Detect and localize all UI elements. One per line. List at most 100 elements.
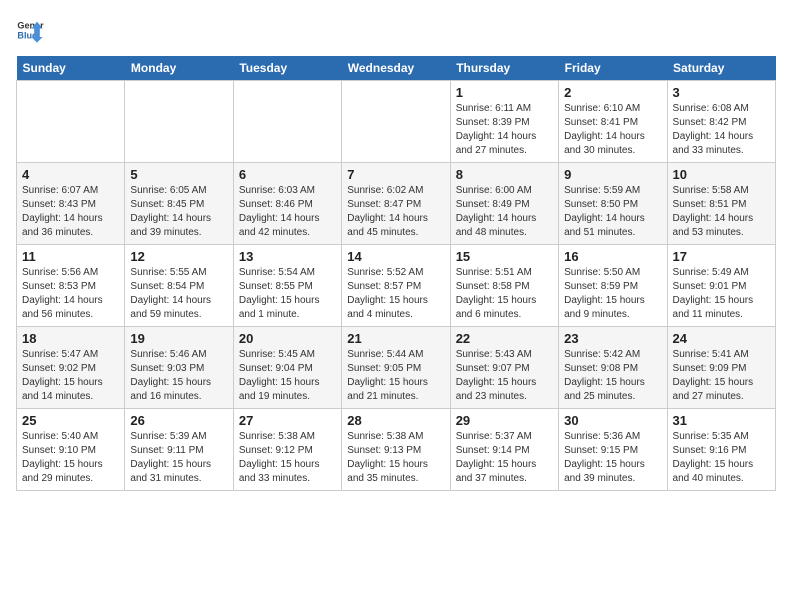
day-info: Sunrise: 5:47 AM Sunset: 9:02 PM Dayligh…	[22, 348, 119, 404]
calendar-cell: 10 Sunrise: 5:58 AM Sunset: 8:51 PM Dayli…	[667, 163, 775, 245]
day-info: Sunrise: 5:45 AM Sunset: 9:04 PM Dayligh…	[239, 348, 336, 404]
day-info: Sunrise: 5:46 AM Sunset: 9:03 PM Dayligh…	[130, 348, 227, 404]
calendar-cell: 9Sunrise: 5:59 AM Sunset: 8:50 PM Daylig…	[559, 163, 667, 245]
calendar-cell: 8 Sunrise: 6:00 AM Sunset: 8:49 PM Daylig…	[450, 163, 558, 245]
calendar-cell: 26Sunrise: 5:39 AM Sunset: 9:11 PM Dayli…	[125, 409, 233, 491]
week-row-2: 4 Sunrise: 6:07 AM Sunset: 8:43 PM Daylig…	[17, 163, 776, 245]
logo: General Blue	[16, 16, 48, 44]
day-info: Sunrise: 5:38 AM Sunset: 9:13 PM Dayligh…	[347, 430, 444, 486]
logo-icon: General Blue	[16, 16, 44, 44]
calendar-cell: 11 Sunrise: 5:56 AM Sunset: 8:53 PM Dayli…	[17, 245, 125, 327]
day-info: Sunrise: 6:00 AM Sunset: 8:49 PM Dayligh…	[456, 184, 553, 240]
day-number: 27	[239, 413, 336, 428]
day-number: 25	[22, 413, 119, 428]
week-row-5: 25 Sunrise: 5:40 AM Sunset: 9:10 PM Dayli…	[17, 409, 776, 491]
day-number: 17	[673, 249, 770, 264]
day-info: Sunrise: 6:07 AM Sunset: 8:43 PM Dayligh…	[22, 184, 119, 240]
day-number: 21	[347, 331, 444, 346]
day-number: 8	[456, 167, 553, 182]
day-number: 1	[456, 85, 553, 100]
day-info: Sunrise: 6:10 AM Sunset: 8:41 PM Dayligh…	[564, 102, 661, 158]
day-info: Sunrise: 6:11 AM Sunset: 8:39 PM Dayligh…	[456, 102, 553, 158]
day-info: Sunrise: 5:55 AM Sunset: 8:54 PM Dayligh…	[130, 266, 227, 322]
calendar-cell: 7 Sunrise: 6:02 AM Sunset: 8:47 PM Daylig…	[342, 163, 450, 245]
day-info: Sunrise: 5:40 AM Sunset: 9:10 PM Dayligh…	[22, 430, 119, 486]
weekday-header-wednesday: Wednesday	[342, 56, 450, 81]
calendar-cell: 30 Sunrise: 5:36 AM Sunset: 9:15 PM Dayli…	[559, 409, 667, 491]
calendar-cell: 1 Sunrise: 6:11 AM Sunset: 8:39 PM Daylig…	[450, 81, 558, 163]
day-number: 28	[347, 413, 444, 428]
calendar-cell: 20Sunrise: 5:45 AM Sunset: 9:04 PM Dayli…	[233, 327, 341, 409]
day-number: 10	[673, 167, 770, 182]
calendar-cell	[17, 81, 125, 163]
day-number: 19	[130, 331, 227, 346]
day-number: 29	[456, 413, 553, 428]
day-number: 7	[347, 167, 444, 182]
calendar-cell: 5 Sunrise: 6:05 AM Sunset: 8:45 PM Daylig…	[125, 163, 233, 245]
day-number: 13	[239, 249, 336, 264]
calendar-cell: 15 Sunrise: 5:51 AM Sunset: 8:58 PM Dayli…	[450, 245, 558, 327]
day-number: 23	[564, 331, 661, 346]
calendar-cell	[342, 81, 450, 163]
day-info: Sunrise: 5:38 AM Sunset: 9:12 PM Dayligh…	[239, 430, 336, 486]
day-info: Sunrise: 6:08 AM Sunset: 8:42 PM Dayligh…	[673, 102, 770, 158]
day-info: Sunrise: 5:42 AM Sunset: 9:08 PM Dayligh…	[564, 348, 661, 404]
week-row-3: 11 Sunrise: 5:56 AM Sunset: 8:53 PM Dayli…	[17, 245, 776, 327]
day-info: Sunrise: 6:05 AM Sunset: 8:45 PM Dayligh…	[130, 184, 227, 240]
day-info: Sunrise: 6:03 AM Sunset: 8:46 PM Dayligh…	[239, 184, 336, 240]
weekday-header-saturday: Saturday	[667, 56, 775, 81]
calendar-cell: 14 Sunrise: 5:52 AM Sunset: 8:57 PM Dayli…	[342, 245, 450, 327]
calendar-cell: 24 Sunrise: 5:41 AM Sunset: 9:09 PM Dayli…	[667, 327, 775, 409]
calendar-cell: 29 Sunrise: 5:37 AM Sunset: 9:14 PM Dayli…	[450, 409, 558, 491]
day-number: 5	[130, 167, 227, 182]
day-info: Sunrise: 5:58 AM Sunset: 8:51 PM Dayligh…	[673, 184, 770, 240]
calendar-cell: 12 Sunrise: 5:55 AM Sunset: 8:54 PM Dayli…	[125, 245, 233, 327]
week-row-1: 1 Sunrise: 6:11 AM Sunset: 8:39 PM Daylig…	[17, 81, 776, 163]
calendar-cell	[125, 81, 233, 163]
calendar-cell: 17 Sunrise: 5:49 AM Sunset: 9:01 PM Dayli…	[667, 245, 775, 327]
calendar-cell: 13 Sunrise: 5:54 AM Sunset: 8:55 PM Dayli…	[233, 245, 341, 327]
calendar-cell	[233, 81, 341, 163]
page-header: General Blue	[16, 16, 776, 44]
calendar-cell: 4 Sunrise: 6:07 AM Sunset: 8:43 PM Daylig…	[17, 163, 125, 245]
day-number: 4	[22, 167, 119, 182]
calendar-cell: 27 Sunrise: 5:38 AM Sunset: 9:12 PM Dayli…	[233, 409, 341, 491]
day-info: Sunrise: 5:54 AM Sunset: 8:55 PM Dayligh…	[239, 266, 336, 322]
day-info: Sunrise: 5:52 AM Sunset: 8:57 PM Dayligh…	[347, 266, 444, 322]
weekday-header-tuesday: Tuesday	[233, 56, 341, 81]
day-number: 31	[673, 413, 770, 428]
day-info: Sunrise: 5:49 AM Sunset: 9:01 PM Dayligh…	[673, 266, 770, 322]
day-info: Sunrise: 5:59 AM Sunset: 8:50 PM Dayligh…	[564, 184, 661, 240]
day-number: 30	[564, 413, 661, 428]
day-info: Sunrise: 5:43 AM Sunset: 9:07 PM Dayligh…	[456, 348, 553, 404]
weekday-header-monday: Monday	[125, 56, 233, 81]
day-info: Sunrise: 5:36 AM Sunset: 9:15 PM Dayligh…	[564, 430, 661, 486]
day-info: Sunrise: 6:02 AM Sunset: 8:47 PM Dayligh…	[347, 184, 444, 240]
day-info: Sunrise: 5:39 AM Sunset: 9:11 PM Dayligh…	[130, 430, 227, 486]
day-info: Sunrise: 5:56 AM Sunset: 8:53 PM Dayligh…	[22, 266, 119, 322]
day-info: Sunrise: 5:37 AM Sunset: 9:14 PM Dayligh…	[456, 430, 553, 486]
day-number: 11	[22, 249, 119, 264]
day-info: Sunrise: 5:41 AM Sunset: 9:09 PM Dayligh…	[673, 348, 770, 404]
day-info: Sunrise: 5:44 AM Sunset: 9:05 PM Dayligh…	[347, 348, 444, 404]
day-number: 16	[564, 249, 661, 264]
day-number: 15	[456, 249, 553, 264]
day-number: 12	[130, 249, 227, 264]
day-number: 24	[673, 331, 770, 346]
day-number: 14	[347, 249, 444, 264]
calendar-cell: 19 Sunrise: 5:46 AM Sunset: 9:03 PM Dayli…	[125, 327, 233, 409]
calendar-cell: 23 Sunrise: 5:42 AM Sunset: 9:08 PM Dayli…	[559, 327, 667, 409]
day-info: Sunrise: 5:50 AM Sunset: 8:59 PM Dayligh…	[564, 266, 661, 322]
calendar-cell: 28 Sunrise: 5:38 AM Sunset: 9:13 PM Dayli…	[342, 409, 450, 491]
week-row-4: 18Sunrise: 5:47 AM Sunset: 9:02 PM Dayli…	[17, 327, 776, 409]
calendar-table: SundayMondayTuesdayWednesdayThursdayFrid…	[16, 56, 776, 491]
weekday-header-row: SundayMondayTuesdayWednesdayThursdayFrid…	[17, 56, 776, 81]
day-info: Sunrise: 5:35 AM Sunset: 9:16 PM Dayligh…	[673, 430, 770, 486]
weekday-header-sunday: Sunday	[17, 56, 125, 81]
day-number: 3	[673, 85, 770, 100]
day-number: 22	[456, 331, 553, 346]
calendar-cell: 18Sunrise: 5:47 AM Sunset: 9:02 PM Dayli…	[17, 327, 125, 409]
weekday-header-thursday: Thursday	[450, 56, 558, 81]
calendar-cell: 6Sunrise: 6:03 AM Sunset: 8:46 PM Daylig…	[233, 163, 341, 245]
day-info: Sunrise: 5:51 AM Sunset: 8:58 PM Dayligh…	[456, 266, 553, 322]
